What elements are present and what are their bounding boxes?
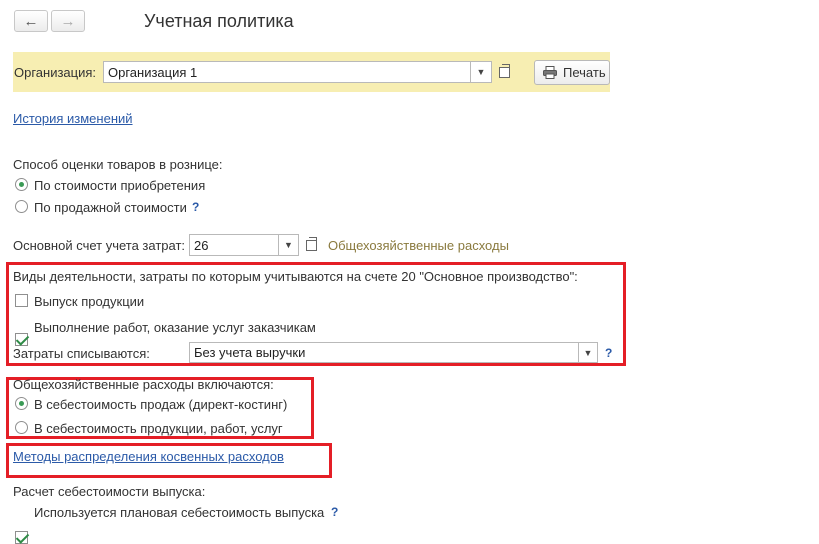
checkbox-services-label[interactable]: Выполнение работ, оказание услуг заказчи… (34, 320, 316, 335)
radio-direct-costing[interactable] (15, 397, 28, 410)
writeoff-label: Затраты списываются: (13, 346, 150, 361)
radio-sale-price[interactable] (15, 200, 28, 213)
checkmark-icon (15, 530, 30, 544)
indirect-costs-link[interactable]: Методы распределения косвенных расходов (13, 449, 284, 464)
cost-account-label: Основной счет учета затрат: (13, 238, 186, 253)
open-icon (305, 236, 317, 251)
checkbox-product-output[interactable] (15, 294, 28, 307)
help-icon[interactable]: ? (605, 346, 612, 360)
print-label: Печать (563, 65, 606, 80)
organization-input[interactable]: Организация 1 (103, 61, 471, 83)
organization-label: Организация: (14, 65, 97, 80)
retail-valuation-label: Способ оценки товаров в рознице: (13, 157, 223, 172)
chevron-down-icon: ▼ (583, 347, 593, 358)
overhead-label: Общехозяйственные расходы включаются: (13, 377, 274, 392)
arrow-right-icon: → (60, 12, 76, 30)
open-icon (498, 63, 510, 78)
cost-account-dropdown-button[interactable]: ▼ (278, 234, 299, 256)
radio-selected-dot (19, 401, 24, 406)
organization-open-button[interactable] (495, 63, 513, 81)
radio-acquisition-cost[interactable] (15, 178, 28, 191)
page-title: Учетная политика (144, 11, 294, 31)
back-button[interactable]: ← (14, 10, 48, 32)
radio-selected-dot (19, 182, 24, 187)
radio-direct-costing-label[interactable]: В себестоимость продаж (директ-костинг) (34, 397, 287, 412)
cost-account-value: 26 (194, 237, 209, 253)
activities-label: Виды деятельности, затраты по которым уч… (13, 269, 578, 284)
checkbox-services[interactable] (15, 332, 30, 346)
organization-value: Организация 1 (108, 64, 198, 80)
help-icon[interactable]: ? (192, 200, 199, 214)
help-icon[interactable]: ? (331, 505, 338, 519)
arrow-left-icon: ← (23, 12, 39, 30)
printer-icon (543, 66, 557, 79)
cost-account-input[interactable]: 26 (189, 234, 279, 256)
organization-dropdown-button[interactable]: ▼ (470, 61, 492, 83)
cost-account-hint: Общехозяйственные расходы (328, 238, 509, 253)
calc-label: Расчет себестоимости выпуска: (13, 484, 206, 499)
cost-account-open-button[interactable] (302, 236, 320, 254)
forward-button[interactable]: → (51, 10, 85, 32)
checkbox-planned-cost[interactable] (15, 530, 30, 544)
radio-acquisition-cost-label[interactable]: По стоимости приобретения (34, 178, 205, 193)
writeoff-select[interactable]: Без учета выручки (189, 342, 579, 363)
checkmark-icon (15, 332, 30, 346)
print-button[interactable]: Печать (534, 60, 610, 85)
history-link[interactable]: История изменений (13, 111, 133, 126)
checkbox-product-output-label[interactable]: Выпуск продукции (34, 294, 144, 309)
writeoff-value: Без учета выручки (194, 345, 306, 360)
chevron-down-icon: ▼ (476, 67, 486, 77)
chevron-down-icon: ▼ (284, 240, 293, 250)
radio-product-cost-label[interactable]: В себестоимость продукции, работ, услуг (34, 421, 283, 436)
radio-sale-price-label[interactable]: По продажной стоимости (34, 200, 187, 215)
radio-product-cost[interactable] (15, 421, 28, 434)
checkbox-planned-cost-label[interactable]: Используется плановая себестоимость выпу… (34, 505, 324, 520)
writeoff-dropdown-button[interactable]: ▼ (578, 342, 598, 363)
